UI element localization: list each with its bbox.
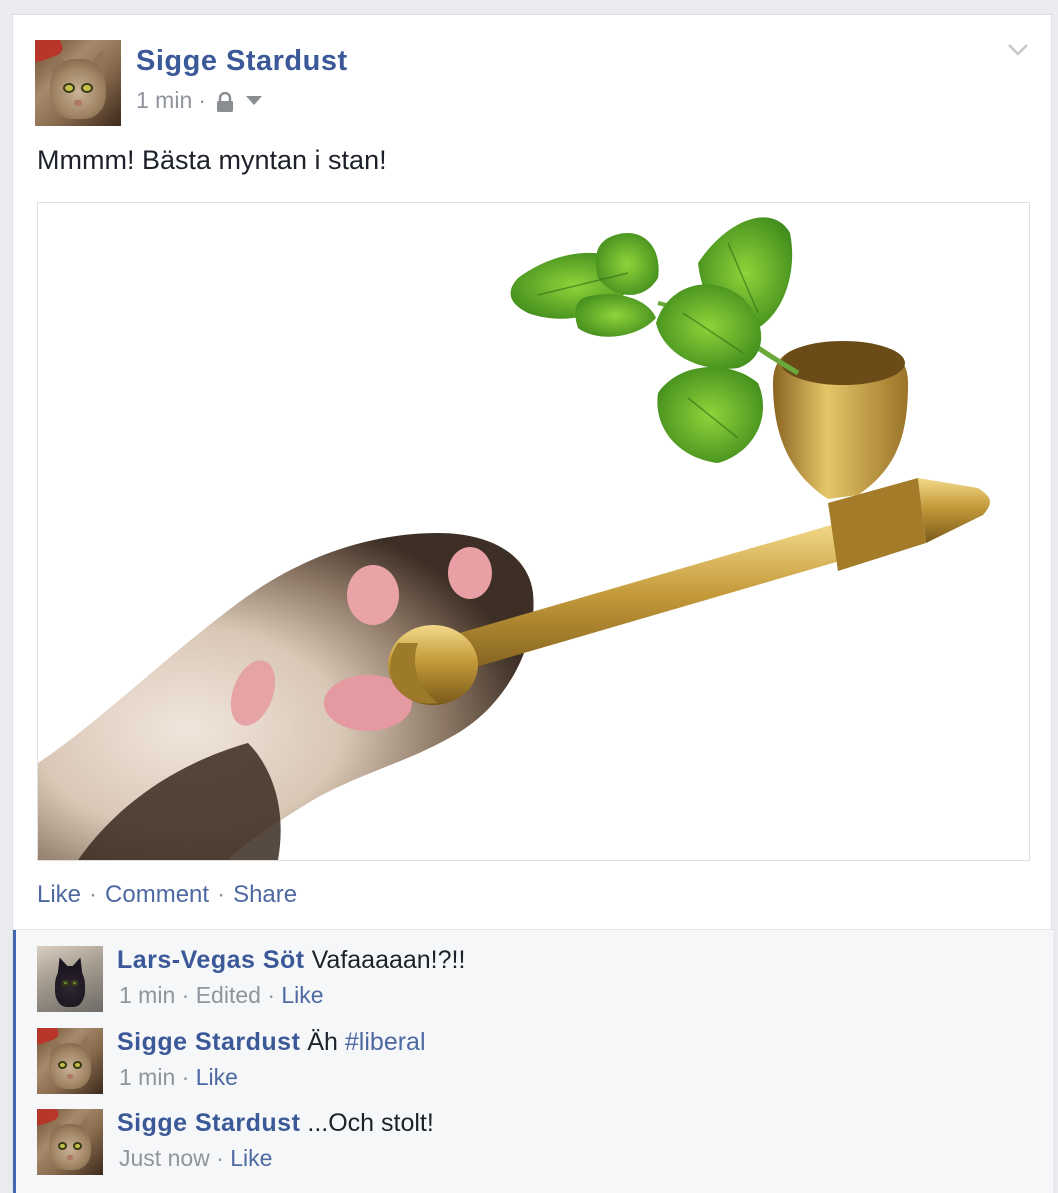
like-link[interactable]: Like (37, 881, 81, 909)
comment-meta: Just now · Like (119, 1145, 272, 1172)
comment-author[interactable]: Lars-Vegas Söt (117, 946, 305, 974)
comment-separator: · (216, 1145, 224, 1171)
comment-separator: · (181, 1064, 190, 1090)
comment-separator: · (181, 982, 190, 1008)
comment-time[interactable]: 1 min (119, 982, 175, 1008)
post-photo[interactable] (37, 202, 1030, 861)
audience-caret-down-icon[interactable] (245, 96, 262, 105)
cat-paw-pipe-illustration (38, 217, 990, 860)
post-actions: Like · Comment · Share (37, 881, 297, 909)
comment-author[interactable]: Sigge Stardust (117, 1028, 300, 1056)
comment-separator: · (267, 982, 275, 1008)
comment-item: Sigge Stardust ...Och stolt! Just now · … (13, 1093, 1053, 1175)
post-time[interactable]: 1 min (136, 87, 192, 114)
comment-time[interactable]: Just now (119, 1145, 210, 1171)
comment-item: Lars-Vegas Söt Vafaaaaan!?!! 1 min · Edi… (13, 930, 1053, 1012)
comment-text: Äh (307, 1028, 345, 1056)
comment-meta: 1 min · Edited · Like (119, 982, 324, 1009)
comment-edited[interactable]: Edited (196, 982, 261, 1008)
comment-like-link[interactable]: Like (281, 982, 323, 1008)
comment-meta: 1 min · Like (119, 1064, 238, 1091)
comment-body: Sigge Stardust ...Och stolt! (117, 1109, 434, 1138)
chevron-down-icon[interactable] (1007, 43, 1029, 57)
comment-text: ...Och stolt! (307, 1109, 434, 1137)
share-link[interactable]: Share (233, 881, 297, 909)
comment-hashtag-link[interactable]: #liberal (345, 1028, 426, 1056)
action-separator: · (89, 881, 98, 908)
post-text: Mmmm! Bästa myntan i stan! (37, 145, 387, 175)
comment-author[interactable]: Sigge Stardust (117, 1109, 300, 1137)
lock-icon (216, 91, 234, 112)
meta-separator: · (198, 87, 206, 113)
comment-link[interactable]: Comment (105, 881, 209, 909)
comment-body: Sigge Stardust Äh #liberal (117, 1028, 426, 1057)
commenter-avatar[interactable] (37, 946, 103, 1012)
commenter-avatar[interactable] (37, 1109, 103, 1175)
comment-text: Vafaaaaan!?!! (311, 946, 466, 974)
author-avatar[interactable] (35, 40, 121, 126)
post-card: Sigge Stardust 1 min · Mmmm! Bästa mynta… (12, 14, 1053, 1193)
action-separator: · (217, 881, 226, 908)
comments-section: Lars-Vegas Söt Vafaaaaan!?!! 1 min · Edi… (13, 929, 1053, 1193)
post-author-name[interactable]: Sigge Stardust (136, 45, 348, 78)
comment-body: Lars-Vegas Söt Vafaaaaan!?!! (117, 946, 465, 975)
comment-item: Sigge Stardust Äh #liberal 1 min · Like (13, 1012, 1053, 1094)
commenter-avatar[interactable] (37, 1028, 103, 1094)
comment-like-link[interactable]: Like (196, 1064, 238, 1090)
comment-like-link[interactable]: Like (230, 1145, 272, 1171)
post-meta: 1 min · (136, 87, 262, 114)
comment-time[interactable]: 1 min (119, 1064, 175, 1090)
